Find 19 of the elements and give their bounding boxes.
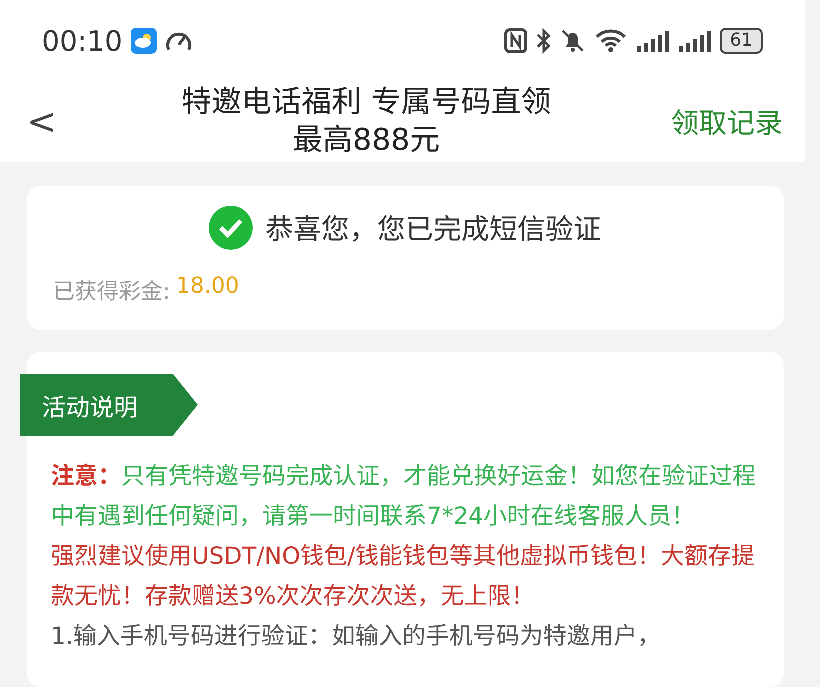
info-paragraph: 1.输入手机号码进行验证：如输入的手机号码为特邀用户， [51,621,662,652]
weather-icon [130,28,157,54]
info-paragraph: 强烈建议使用USDT/NO钱包/钱能钱包等其他虚拟币钱包！大额存提款无忧！存款赠送3%次次存次次送，无上限！ [51,541,756,612]
signal-icon [678,28,712,54]
back-button[interactable]: < [22,102,62,142]
wifi-icon [594,28,628,54]
muted-bell-icon [560,28,586,54]
signal-icon [636,28,670,54]
nfc-icon [504,28,528,54]
clock: 00:10 [42,24,123,58]
bonus-amount: 18.00 [176,274,240,301]
bluetooth-icon [536,28,552,54]
page-title: 特邀电话福利 专属号码直领最高888元 [180,84,552,160]
section-tag: 活动说明 [20,374,198,436]
info-paragraph: 注意：只有凭特邀号码完成认证，才能兑换好运金！如您在验证过程中有遇到任何疑问，请第一时间联系7*24小时在线客服人员！ [51,461,757,532]
battery-level: 61 [720,28,763,54]
success-message: 恭喜您，您已完成短信验证 [265,212,602,248]
records-link[interactable]: 领取记录 [670,102,783,142]
bonus-label: 已获得彩金: [53,279,170,306]
